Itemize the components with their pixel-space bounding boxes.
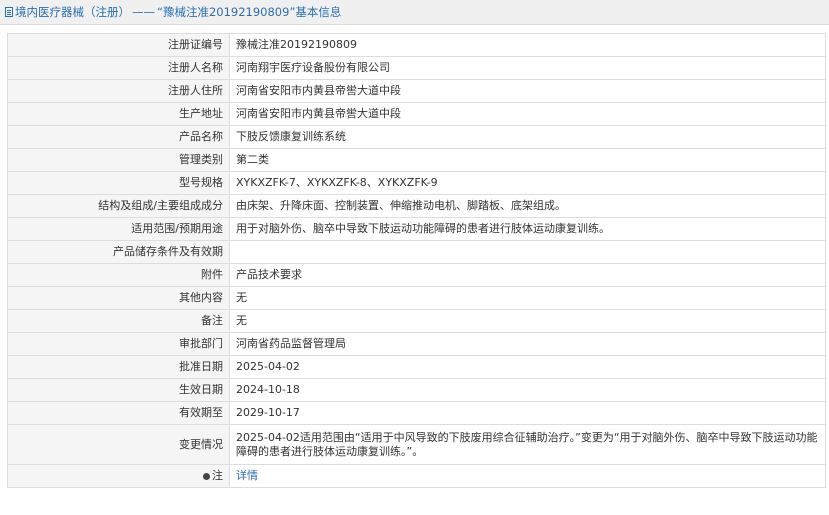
table-row: 备注 无 [7, 309, 826, 333]
row-value-approval-date: 2025-04-02 [229, 355, 826, 379]
row-label-valid-until: 有效期至 [7, 401, 230, 425]
row-value-remarks: 无 [229, 309, 826, 333]
table-row: 注册人住所 河南省安阳市内黄县帝喾大道中段 [7, 79, 826, 103]
row-label-effective-date: 生效日期 [7, 378, 230, 402]
info-table: 注册证编号 豫械注准20192190809 注册人名称 河南翔宇医疗设备股份有限… [7, 33, 826, 488]
row-value-model-spec: XYKXZFK-7、XYKXZFK-8、XYKXZFK-9 [229, 171, 826, 195]
row-label-storage: 产品储存条件及有效期 [7, 240, 230, 264]
table-row: 生效日期 2024-10-18 [7, 378, 826, 402]
table-row: 型号规格 XYKXZFK-7、XYKXZFK-8、XYKXZFK-9 [7, 171, 826, 195]
table-row: 管理类别 第二类 [7, 148, 826, 172]
row-value-registrant-name: 河南翔宇医疗设备股份有限公司 [229, 56, 826, 80]
bullet-icon [203, 472, 210, 480]
row-value-product-name: 下肢反馈康复训练系统 [229, 125, 826, 149]
row-label-approval-dept: 审批部门 [7, 332, 230, 356]
document-icon [5, 7, 13, 17]
row-value-storage [229, 240, 826, 264]
table-row: 适用范围/预期用途 用于对脑外伤、脑卒中导致下肢运动功能障碍的患者进行肢体运动康… [7, 217, 826, 241]
row-value-intended-use: 用于对脑外伤、脑卒中导致下肢运动功能障碍的患者进行肢体运动康复训练。 [229, 217, 826, 241]
row-label-change-history: 变更情况 [7, 424, 230, 465]
row-value-details: 详情 [229, 464, 826, 488]
header-separator: —— [132, 5, 155, 19]
row-label-product-name: 产品名称 [7, 125, 230, 149]
row-label-note: 注 [7, 464, 230, 488]
row-value-change-history: 2025-04-02适用范围由“适用于中风导致的下肢废用综合征辅助治疗。”变更为… [229, 424, 826, 465]
table-row: 生产地址 河南省安阳市内黄县帝喾大道中段 [7, 102, 826, 126]
table-row: 审批部门 河南省药品监督管理局 [7, 332, 826, 356]
note-label-text: 注 [212, 469, 223, 482]
table-row: 结构及组成/主要组成成分 由床架、升降床面、控制装置、伸缩推动电机、脚踏板、底架… [7, 194, 826, 218]
header-record-title: “豫械注准20192190809”基本信息 [157, 5, 342, 19]
table-row: 其他内容 无 [7, 286, 826, 310]
row-label-registrant-address: 注册人住所 [7, 79, 230, 103]
row-label-management-class: 管理类别 [7, 148, 230, 172]
table-row: 变更情况 2025-04-02适用范围由“适用于中风导致的下肢废用综合征辅助治疗… [7, 424, 826, 465]
table-row: 产品名称 下肢反馈康复训练系统 [7, 125, 826, 149]
row-label-other: 其他内容 [7, 286, 230, 310]
row-value-structure: 由床架、升降床面、控制装置、伸缩推动电机、脚踏板、底架组成。 [229, 194, 826, 218]
row-value-production-address: 河南省安阳市内黄县帝喾大道中段 [229, 102, 826, 126]
row-value-attachment: 产品技术要求 [229, 263, 826, 287]
table-row: 附件 产品技术要求 [7, 263, 826, 287]
details-link[interactable]: 详情 [236, 469, 258, 482]
row-label-remarks: 备注 [7, 309, 230, 333]
row-label-intended-use: 适用范围/预期用途 [7, 217, 230, 241]
table-row: 产品储存条件及有效期 [7, 240, 826, 264]
row-value-other: 无 [229, 286, 826, 310]
table-row: 注册人名称 河南翔宇医疗设备股份有限公司 [7, 56, 826, 80]
row-label-structure: 结构及组成/主要组成成分 [7, 194, 230, 218]
row-value-valid-until: 2029-10-17 [229, 401, 826, 425]
row-value-approval-dept: 河南省药品监督管理局 [229, 332, 826, 356]
row-label-registration-number: 注册证编号 [7, 33, 230, 57]
table-row: 注 详情 [7, 464, 826, 488]
row-label-approval-date: 批准日期 [7, 355, 230, 379]
row-label-registrant-name: 注册人名称 [7, 56, 230, 80]
row-label-attachment: 附件 [7, 263, 230, 287]
row-label-model-spec: 型号规格 [7, 171, 230, 195]
row-value-registration-number: 豫械注准20192190809 [229, 33, 826, 57]
row-label-production-address: 生产地址 [7, 102, 230, 126]
row-value-management-class: 第二类 [229, 148, 826, 172]
row-value-registrant-address: 河南省安阳市内黄县帝喾大道中段 [229, 79, 826, 103]
header-category: 境内医疗器械（注册） [15, 5, 130, 19]
table-row: 注册证编号 豫械注准20192190809 [7, 33, 826, 57]
table-row: 有效期至 2029-10-17 [7, 401, 826, 425]
table-row: 批准日期 2025-04-02 [7, 355, 826, 379]
page-header: 境内医疗器械（注册） —— “豫械注准20192190809”基本信息 [0, 0, 829, 25]
row-value-effective-date: 2024-10-18 [229, 378, 826, 402]
